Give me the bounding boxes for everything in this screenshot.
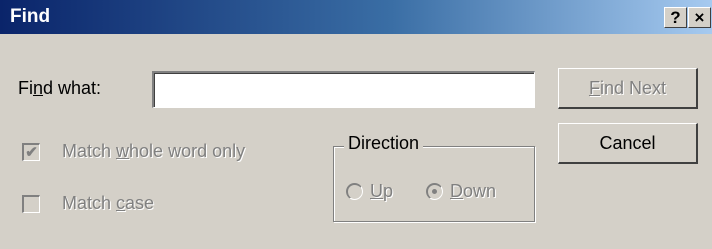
- find-what-label-post: d what:: [43, 78, 102, 98]
- find-what-input[interactable]: [152, 71, 535, 108]
- direction-group-title: Direction: [344, 133, 424, 154]
- find-next-button[interactable]: Find Next: [558, 68, 698, 109]
- find-dialog: Find ? × Find what: Find Next Cancel ✔ M…: [0, 0, 712, 249]
- find-what-label-pre: Fi: [18, 78, 33, 98]
- find-next-accel: F: [588, 78, 600, 98]
- direction-up-radio[interactable]: [346, 183, 363, 200]
- help-icon: ?: [670, 8, 681, 27]
- match-whole-word-label: Match whole word only: [62, 141, 246, 161]
- help-button[interactable]: ?: [664, 7, 687, 28]
- find-next-label: ind Next: [599, 78, 667, 98]
- cancel-button[interactable]: Cancel: [558, 123, 698, 164]
- close-icon: ×: [694, 8, 705, 27]
- find-what-label-accel: n: [33, 78, 44, 98]
- direction-down-radio[interactable]: [426, 183, 443, 200]
- match-case-checkbox[interactable]: [22, 195, 40, 213]
- find-what-label: Find what:: [18, 78, 101, 99]
- check-icon: ✔: [25, 144, 38, 161]
- window-title: Find: [10, 6, 51, 27]
- radio-selected-dot: [432, 189, 437, 194]
- direction-down-label: Down: [450, 181, 497, 201]
- direction-up-label: Up: [370, 181, 394, 201]
- title-bar[interactable]: Find ? ×: [0, 0, 712, 34]
- match-case-label: Match case: [62, 193, 155, 213]
- close-button[interactable]: ×: [688, 7, 711, 28]
- match-whole-word-checkbox[interactable]: ✔: [22, 143, 40, 161]
